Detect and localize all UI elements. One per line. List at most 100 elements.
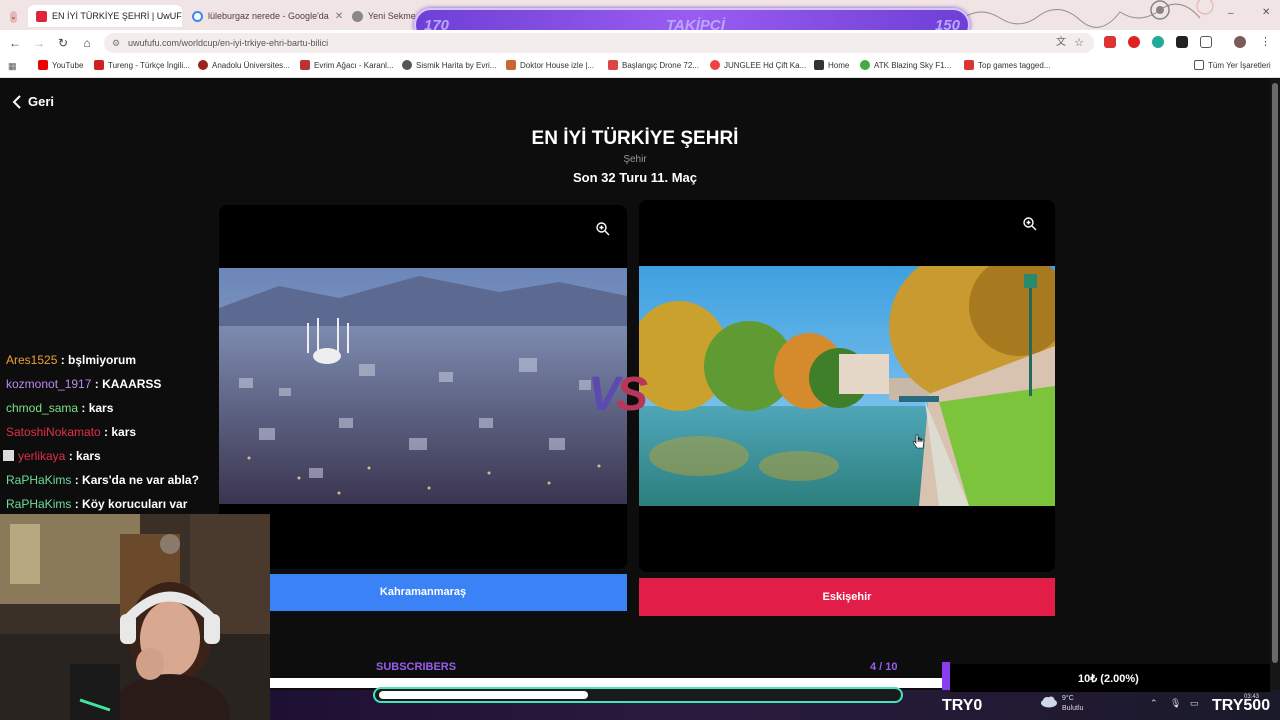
page-scrollbar[interactable] bbox=[1270, 79, 1280, 720]
tray-chevron-up-icon[interactable]: ⌃ bbox=[1150, 698, 1158, 709]
tab-label: EN İYİ TÜRKİYE ŞEHRİ | UwUFU bbox=[52, 11, 182, 21]
bookmark-sismik[interactable]: Sismik Harita by Evri... bbox=[402, 60, 496, 70]
back-button[interactable]: Geri bbox=[12, 94, 54, 109]
home-icon[interactable]: ⌂ bbox=[78, 34, 96, 52]
vs-letter-s: S bbox=[616, 368, 648, 421]
chat-text: : bşlmiyorum bbox=[57, 353, 137, 367]
left-candidate-card[interactable] bbox=[219, 205, 627, 569]
chat-text: : Kars'da ne var abla? bbox=[71, 473, 199, 487]
extension-dark-icon[interactable] bbox=[1176, 36, 1188, 48]
chat-username: yerlikaya bbox=[18, 449, 66, 463]
forward-arrow-icon[interactable]: → bbox=[30, 34, 48, 52]
hand-cursor-icon bbox=[913, 434, 925, 449]
zoom-in-icon[interactable] bbox=[595, 221, 611, 237]
bookmark-home[interactable]: Home bbox=[814, 60, 849, 70]
tab-new-tab[interactable]: Yeni Sekme bbox=[344, 5, 424, 27]
right-choice-button[interactable]: Eskişehir bbox=[639, 578, 1055, 616]
bookmark-tureng[interactable]: Tureng - Türkçe İngili... bbox=[94, 60, 190, 70]
bookmark-drone[interactable]: Başlangıç Drone 72... bbox=[608, 60, 699, 70]
chat-message: kozmonot_1917 : KAAARSS bbox=[6, 377, 161, 391]
uwufufu-favicon-icon bbox=[36, 10, 47, 22]
chat-username: kozmonot_1917 bbox=[6, 377, 92, 391]
chat-message: Ares1525 : bşlmiyorum bbox=[6, 353, 136, 367]
close-window-icon[interactable]: ✕ bbox=[1262, 7, 1270, 18]
tureng-icon bbox=[94, 60, 104, 70]
vs-letter-v: V bbox=[588, 368, 620, 421]
extension-green-icon[interactable] bbox=[1152, 36, 1164, 48]
zoom-in-icon[interactable] bbox=[1022, 216, 1038, 232]
donation-goal-text: 10₺ (2.00%) bbox=[1078, 673, 1139, 685]
weather-temperature: 9°C bbox=[1062, 695, 1074, 702]
subscribers-label: SUBSCRIBERS bbox=[376, 661, 457, 673]
bookmark-top-games[interactable]: Top games tagged... bbox=[964, 60, 1051, 70]
round-label: Son 32 Turu 11. Maç bbox=[572, 170, 698, 185]
translate-icon[interactable]: 文 bbox=[1056, 33, 1066, 53]
home-list-icon bbox=[814, 60, 824, 70]
apps-grid-icon[interactable]: ▦ bbox=[8, 61, 17, 72]
tab-label: lüleburgaz nerede - Google'da bbox=[208, 11, 329, 21]
right-choice-label: Eskişehir bbox=[822, 591, 872, 603]
extension-adblock-icon[interactable] bbox=[1104, 36, 1116, 48]
tab-label: Yeni Sekme bbox=[368, 11, 416, 21]
chat-message: RaPHaKims : Kars'da ne var abla? bbox=[6, 473, 199, 487]
bookmark-evrim-agaci[interactable]: Evrim Ağacı - Karanl... bbox=[300, 60, 394, 70]
chat-username: RaPHaKims bbox=[6, 497, 72, 511]
bookmark-doktor-house[interactable]: Doktor House izle |... bbox=[506, 60, 594, 70]
youtube-icon bbox=[38, 60, 48, 70]
category-label: Şehir bbox=[623, 154, 647, 165]
sismik-icon bbox=[402, 60, 412, 70]
bookmark-anadolu[interactable]: Anadolu Üniversites... bbox=[198, 60, 290, 70]
left-choice-label: Kahramanmaraş bbox=[379, 586, 467, 598]
chat-text: : Köy korucuları var bbox=[71, 497, 188, 511]
bookmarks-bar: ▦ YouTube Tureng - Türkçe İngili... Anad… bbox=[0, 56, 1280, 78]
browser-toolbar: ← → ↻ ⌂ ⚙ uwufufu.com/worldcup/en-iyi-tr… bbox=[0, 30, 1280, 56]
bookmark-atk[interactable]: ATK Blazing Sky F1... bbox=[860, 60, 951, 70]
subscribers-count: 4 / 10 bbox=[870, 661, 898, 673]
back-arrow-icon[interactable]: ← bbox=[6, 34, 24, 52]
chat-username: Ares1525 bbox=[6, 353, 58, 367]
bookmark-youtube[interactable]: YouTube bbox=[38, 60, 83, 70]
scrollbar-thumb[interactable] bbox=[1272, 83, 1278, 663]
microphone-icon[interactable]: 🎙 bbox=[1170, 698, 1181, 709]
profile-avatar[interactable] bbox=[1234, 36, 1246, 48]
chat-text: : kars bbox=[65, 449, 101, 463]
chat-text: : kars bbox=[100, 425, 137, 439]
url-text: uwufufu.com/worldcup/en-iyi-trkiye-ehri-… bbox=[128, 38, 329, 48]
eskisehir-photo bbox=[639, 266, 1055, 506]
site-info-icon[interactable]: ⚙ bbox=[112, 33, 120, 53]
tab-search-button[interactable]: ⌄ bbox=[2, 6, 24, 28]
display-icon[interactable]: ▭ bbox=[1190, 698, 1199, 709]
weather-description: Bulutlu bbox=[1062, 705, 1084, 712]
evrim-icon bbox=[300, 60, 310, 70]
left-choice-button[interactable]: Kahramanmaraş bbox=[219, 574, 627, 611]
chat-text: : kars bbox=[78, 401, 114, 415]
donation-min-label: TRY0 bbox=[942, 697, 983, 714]
menu-dots-icon[interactable]: ⋮ bbox=[1260, 35, 1271, 48]
extensions-puzzle-icon[interactable] bbox=[1200, 36, 1212, 48]
all-bookmarks-folder[interactable]: Tüm Yer İşaretleri bbox=[1194, 60, 1271, 70]
back-label: Geri bbox=[28, 94, 55, 109]
right-candidate-card[interactable] bbox=[639, 200, 1055, 572]
bookmark-star-icon[interactable]: ☆ bbox=[1074, 33, 1084, 53]
close-tab-icon[interactable]: ✕ bbox=[329, 11, 342, 22]
donation-progress-fill bbox=[379, 691, 588, 699]
bookmark-junglee[interactable]: JUNGLEE Hd Çift Ka... bbox=[710, 60, 806, 70]
doktor-icon bbox=[506, 60, 516, 70]
page-title: EN İYİ TÜRKİYE ŞEHRİ bbox=[531, 128, 739, 149]
drone-icon bbox=[608, 60, 618, 70]
reload-icon[interactable]: ↻ bbox=[54, 34, 72, 52]
chat-message: SatoshiNokamato : kars bbox=[6, 425, 136, 439]
atk-icon bbox=[860, 60, 870, 70]
google-favicon-icon bbox=[192, 10, 203, 22]
cloud-weather-icon bbox=[1041, 696, 1057, 708]
minimize-icon[interactable]: – bbox=[1228, 8, 1234, 19]
junglee-icon bbox=[710, 60, 720, 70]
address-bar[interactable]: ⚙ uwufufu.com/worldcup/en-iyi-trkiye-ehr… bbox=[104, 33, 1094, 53]
tab-google-search[interactable]: lüleburgaz nerede - Google'da ✕ bbox=[184, 5, 342, 27]
extension-red-icon[interactable] bbox=[1128, 36, 1140, 48]
chat-username: RaPHaKims bbox=[6, 473, 72, 487]
itch-icon bbox=[964, 60, 974, 70]
vs-label: VS bbox=[588, 367, 648, 422]
tab-uwufufu[interactable]: EN İYİ TÜRKİYE ŞEHRİ | UwUFU ✕ bbox=[28, 5, 182, 27]
chevron-down-icon: ⌄ bbox=[10, 11, 17, 23]
